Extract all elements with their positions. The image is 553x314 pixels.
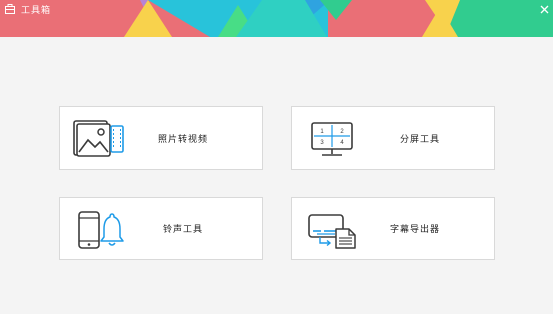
photo-to-video-label: 照片转视频 (158, 135, 209, 145)
toolbox-icon (4, 4, 15, 15)
ringtone-icon (77, 210, 127, 254)
close-icon (540, 5, 548, 13)
split-screen-icon: 1 2 3 4 (310, 121, 354, 161)
subtitle-export-label: 字幕导出器 (390, 225, 441, 235)
subtitle-export-icon (307, 212, 361, 254)
window-title: 工具箱 (21, 5, 52, 16)
split-digit-1: 1 (320, 129, 324, 135)
ringtone-label: 铃声工具 (163, 225, 204, 235)
title-bar: 工具箱 (0, 0, 51, 18)
close-button[interactable] (535, 1, 553, 17)
photo-to-video-card[interactable]: 照片转视频 (59, 106, 263, 170)
split-screen-label: 分屏工具 (400, 135, 441, 145)
subtitle-export-card[interactable]: 字幕导出器 (291, 197, 495, 260)
split-digit-4: 4 (340, 140, 344, 146)
header-banner (0, 0, 553, 37)
split-screen-card[interactable]: 1 2 3 4 分屏工具 (291, 106, 495, 170)
split-digit-2: 2 (340, 129, 344, 135)
photo-to-video-icon (71, 119, 127, 163)
ringtone-card[interactable]: 铃声工具 (59, 197, 263, 260)
split-digit-3: 3 (320, 140, 324, 146)
